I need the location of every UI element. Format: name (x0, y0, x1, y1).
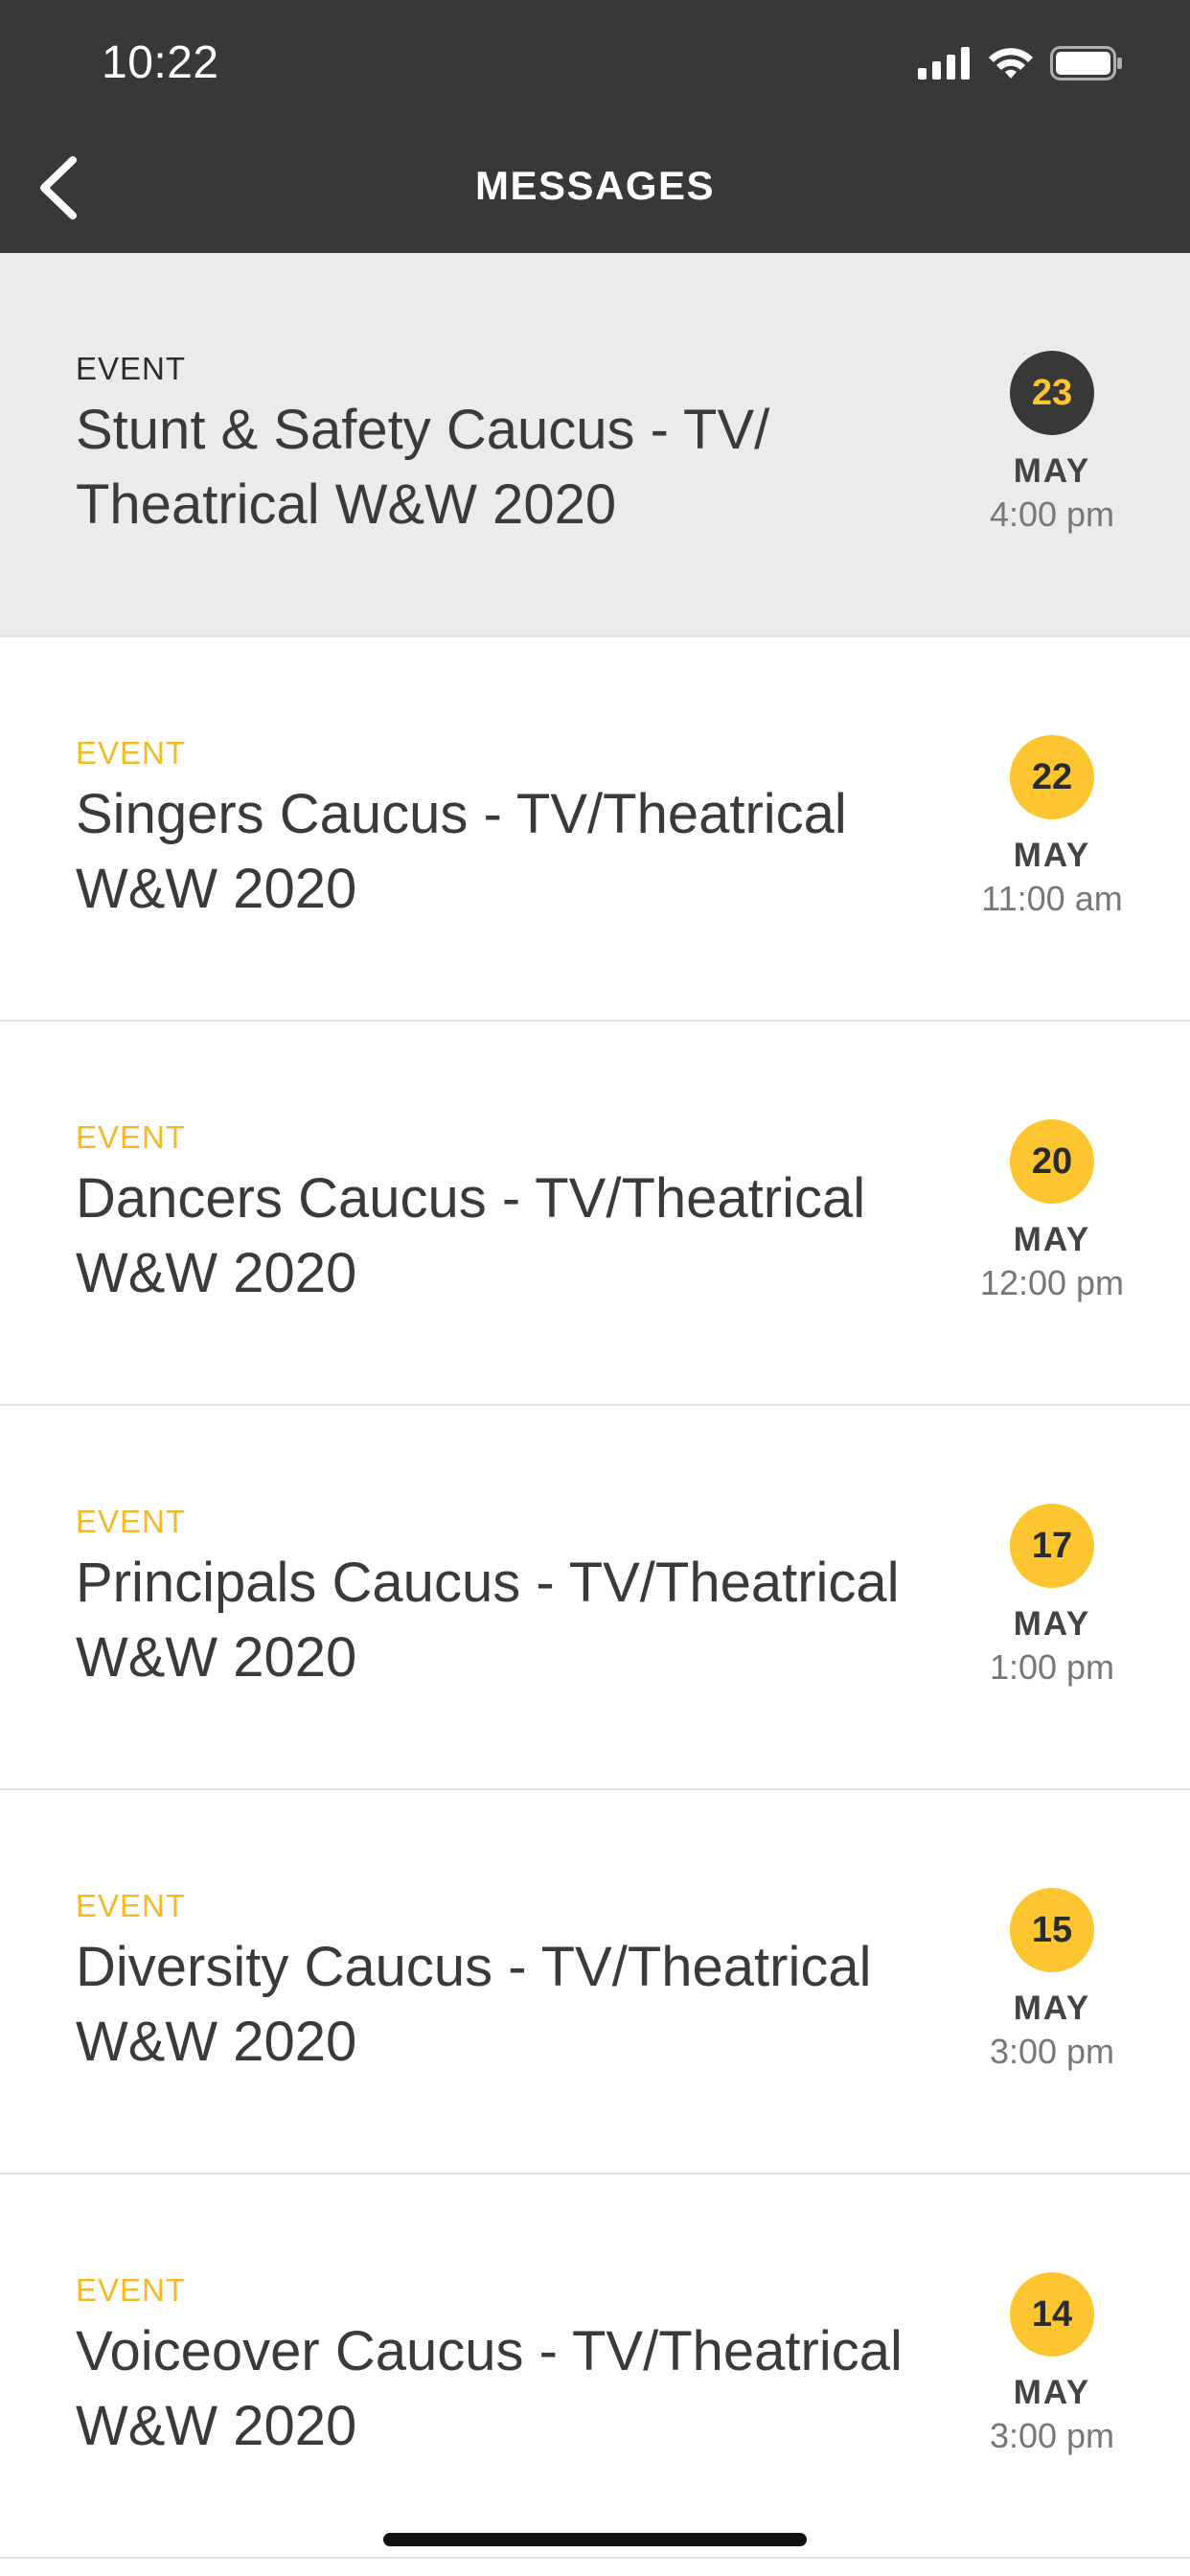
battery-icon (1050, 45, 1123, 85)
message-title: Diversity Caucus - TV/Theatrical W&W 202… (76, 1936, 872, 2073)
time-label: 4:00 pm (989, 494, 1115, 534)
message-date: 15 MAY 3:00 pm (966, 1888, 1138, 2072)
messages-screen: 10:22 MESSAGES EVENT Stunt & Safety Cauc… (0, 0, 1190, 2576)
message-row[interactable]: EVENT Dancers Caucus - TV/Theatrical W&W… (0, 1022, 1190, 1406)
message-type-label: EVENT (76, 1504, 187, 1539)
day-badge: 15 (1010, 1888, 1094, 1972)
message-date: 17 MAY 1:00 pm (966, 1504, 1138, 1688)
message-title: Dancers Caucus - TV/Theatrical W&W 2020 (76, 1167, 866, 1304)
time-label: 11:00 am (981, 879, 1123, 918)
day-badge: 20 (1010, 1119, 1094, 1204)
day-badge: 17 (1010, 1504, 1094, 1588)
message-type-label: EVENT (76, 351, 187, 386)
message-type-label: EVENT (76, 2272, 187, 2308)
message-date: 23 MAY 4:00 pm (966, 351, 1138, 535)
message-type-label: EVENT (76, 1888, 187, 1923)
cellular-signal-icon (918, 46, 972, 84)
message-type-label: EVENT (76, 735, 187, 770)
message-title: Stunt & Safety Caucus - TV/ Theatrical W… (76, 399, 770, 536)
message-title: Voiceover Caucus - TV/Theatrical W&W 202… (76, 2320, 903, 2457)
month-label: MAY (1013, 2374, 1091, 2411)
status-time: 10:22 (102, 37, 219, 88)
status-icons (918, 44, 1123, 86)
message-date: 22 MAY 11:00 am (966, 735, 1138, 919)
message-type-label: EVENT (76, 1119, 187, 1155)
message-date: 14 MAY 3:00 pm (966, 2272, 1138, 2456)
message-row[interactable]: EVENT Principals Caucus - TV/Theatrical … (0, 1406, 1190, 1790)
month-label: MAY (1013, 1990, 1091, 2027)
month-label: MAY (1013, 452, 1091, 490)
time-label: 3:00 pm (989, 2416, 1115, 2455)
message-row[interactable]: EVENT Diversity Caucus - TV/Theatrical W… (0, 1790, 1190, 2174)
day-badge: 14 (1010, 2272, 1094, 2357)
wifi-icon (987, 46, 1035, 85)
message-row[interactable]: EVENT Stunt & Safety Caucus - TV/ Theatr… (0, 253, 1190, 637)
message-date: 20 MAY 12:00 pm (966, 1119, 1138, 1303)
time-label: 1:00 pm (989, 1647, 1115, 1687)
nav-header: 10:22 MESSAGES (0, 0, 1190, 253)
time-label: 12:00 pm (979, 1263, 1125, 1302)
message-title: Principals Caucus - TV/Theatrical W&W 20… (76, 1552, 900, 1689)
month-label: MAY (1013, 1221, 1091, 1258)
time-label: 3:00 pm (989, 2032, 1115, 2071)
month-label: MAY (1013, 837, 1091, 874)
day-badge: 23 (1010, 351, 1094, 435)
page-title: MESSAGES (474, 163, 716, 208)
month-label: MAY (1013, 1605, 1091, 1643)
messages-list: EVENT Stunt & Safety Caucus - TV/ Theatr… (0, 253, 1190, 2559)
message-row[interactable]: EVENT Voiceover Caucus - TV/Theatrical W… (0, 2174, 1190, 2559)
message-row[interactable]: EVENT Singers Caucus - TV/Theatrical W&W… (0, 637, 1190, 1022)
day-badge: 22 (1010, 735, 1094, 819)
home-indicator[interactable] (383, 2533, 807, 2546)
message-title: Singers Caucus - TV/Theatrical W&W 2020 (76, 783, 847, 920)
